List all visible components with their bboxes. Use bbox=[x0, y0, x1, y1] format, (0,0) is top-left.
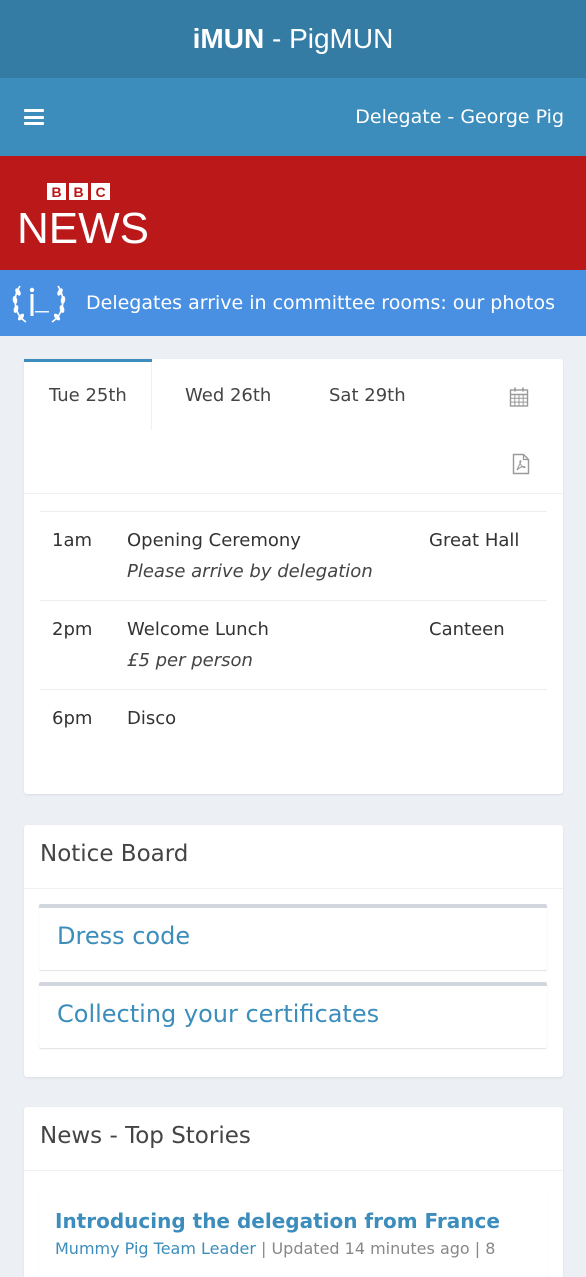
app-title-bar: iMUN - PigMUN bbox=[0, 0, 586, 78]
calendar-icon[interactable] bbox=[509, 386, 529, 408]
notice-item-certificates[interactable]: Collecting your certificates bbox=[39, 982, 547, 1048]
schedule-card: Tue 25th Wed 26th Sat 29th 1am Opening C… bbox=[24, 359, 563, 794]
news-story-author[interactable]: Mummy Pig Team Leader bbox=[55, 1239, 256, 1258]
event-row: 6pm Disco bbox=[40, 689, 547, 778]
event-row: 2pm Welcome Lunch £5 per person Canteen bbox=[40, 600, 547, 689]
event-name: Disco bbox=[127, 708, 177, 729]
news-top-stories-card: News - Top Stories Introducing the deleg… bbox=[24, 1107, 563, 1277]
event-place: Great Hall bbox=[429, 530, 520, 551]
news-divider bbox=[24, 1170, 563, 1171]
news-story-headline[interactable]: Introducing the delegation from France bbox=[55, 1209, 547, 1233]
ticker-headline[interactable]: Delegates arrive in committee rooms: our… bbox=[86, 292, 555, 314]
app-title-bold: iMUN bbox=[192, 23, 265, 54]
bbc-letter: B bbox=[47, 183, 66, 200]
news-ticker[interactable]: Delegates arrive in committee rooms: our… bbox=[0, 270, 586, 336]
event-time: 1am bbox=[52, 530, 93, 551]
notice-board-card: Notice Board Dress code Collecting your … bbox=[24, 825, 563, 1077]
tab-wed-26th[interactable]: Wed 26th bbox=[185, 385, 271, 406]
bbc-logo-blocks: B B C bbox=[47, 183, 110, 200]
imun-laurel-logo-icon bbox=[12, 285, 66, 323]
event-time: 2pm bbox=[52, 619, 93, 640]
tab-sat-29th[interactable]: Sat 29th bbox=[329, 385, 406, 406]
event-row: 1am Opening Ceremony Please arrive by de… bbox=[40, 511, 547, 600]
pdf-icon[interactable] bbox=[511, 453, 531, 475]
bbc-letter: C bbox=[91, 183, 110, 200]
bbc-letter: B bbox=[69, 183, 88, 200]
news-story-updated: | Updated 14 minutes ago | 8 bbox=[260, 1239, 496, 1258]
schedule-divider bbox=[24, 493, 563, 494]
active-tab-indicator bbox=[24, 359, 152, 362]
news-story-item: Introducing the delegation from France M… bbox=[39, 1189, 547, 1277]
bbc-news-banner: B B C NEWS bbox=[0, 156, 586, 270]
tab-tue-25th[interactable]: Tue 25th bbox=[49, 385, 127, 406]
event-name: Opening Ceremony bbox=[127, 530, 301, 551]
notice-board-title: Notice Board bbox=[40, 841, 189, 867]
news-section-title: News - Top Stories bbox=[40, 1123, 251, 1149]
user-role-label[interactable]: Delegate - George Pig bbox=[355, 106, 564, 128]
app-title-rest: - PigMUN bbox=[264, 23, 394, 54]
bbc-news-wordmark: NEWS bbox=[17, 204, 149, 253]
event-note: Please arrive by delegation bbox=[127, 561, 373, 582]
news-story-meta: Mummy Pig Team Leader | Updated 14 minut… bbox=[55, 1239, 547, 1258]
event-place: Canteen bbox=[429, 619, 505, 640]
hamburger-icon[interactable] bbox=[24, 109, 44, 125]
event-note: £5 per person bbox=[127, 650, 253, 671]
top-navbar: Delegate - George Pig bbox=[0, 78, 586, 156]
notice-item-dress-code[interactable]: Dress code bbox=[39, 904, 547, 970]
event-time: 6pm bbox=[52, 708, 93, 729]
notice-board-divider bbox=[24, 888, 563, 889]
event-name: Welcome Lunch bbox=[127, 619, 269, 640]
